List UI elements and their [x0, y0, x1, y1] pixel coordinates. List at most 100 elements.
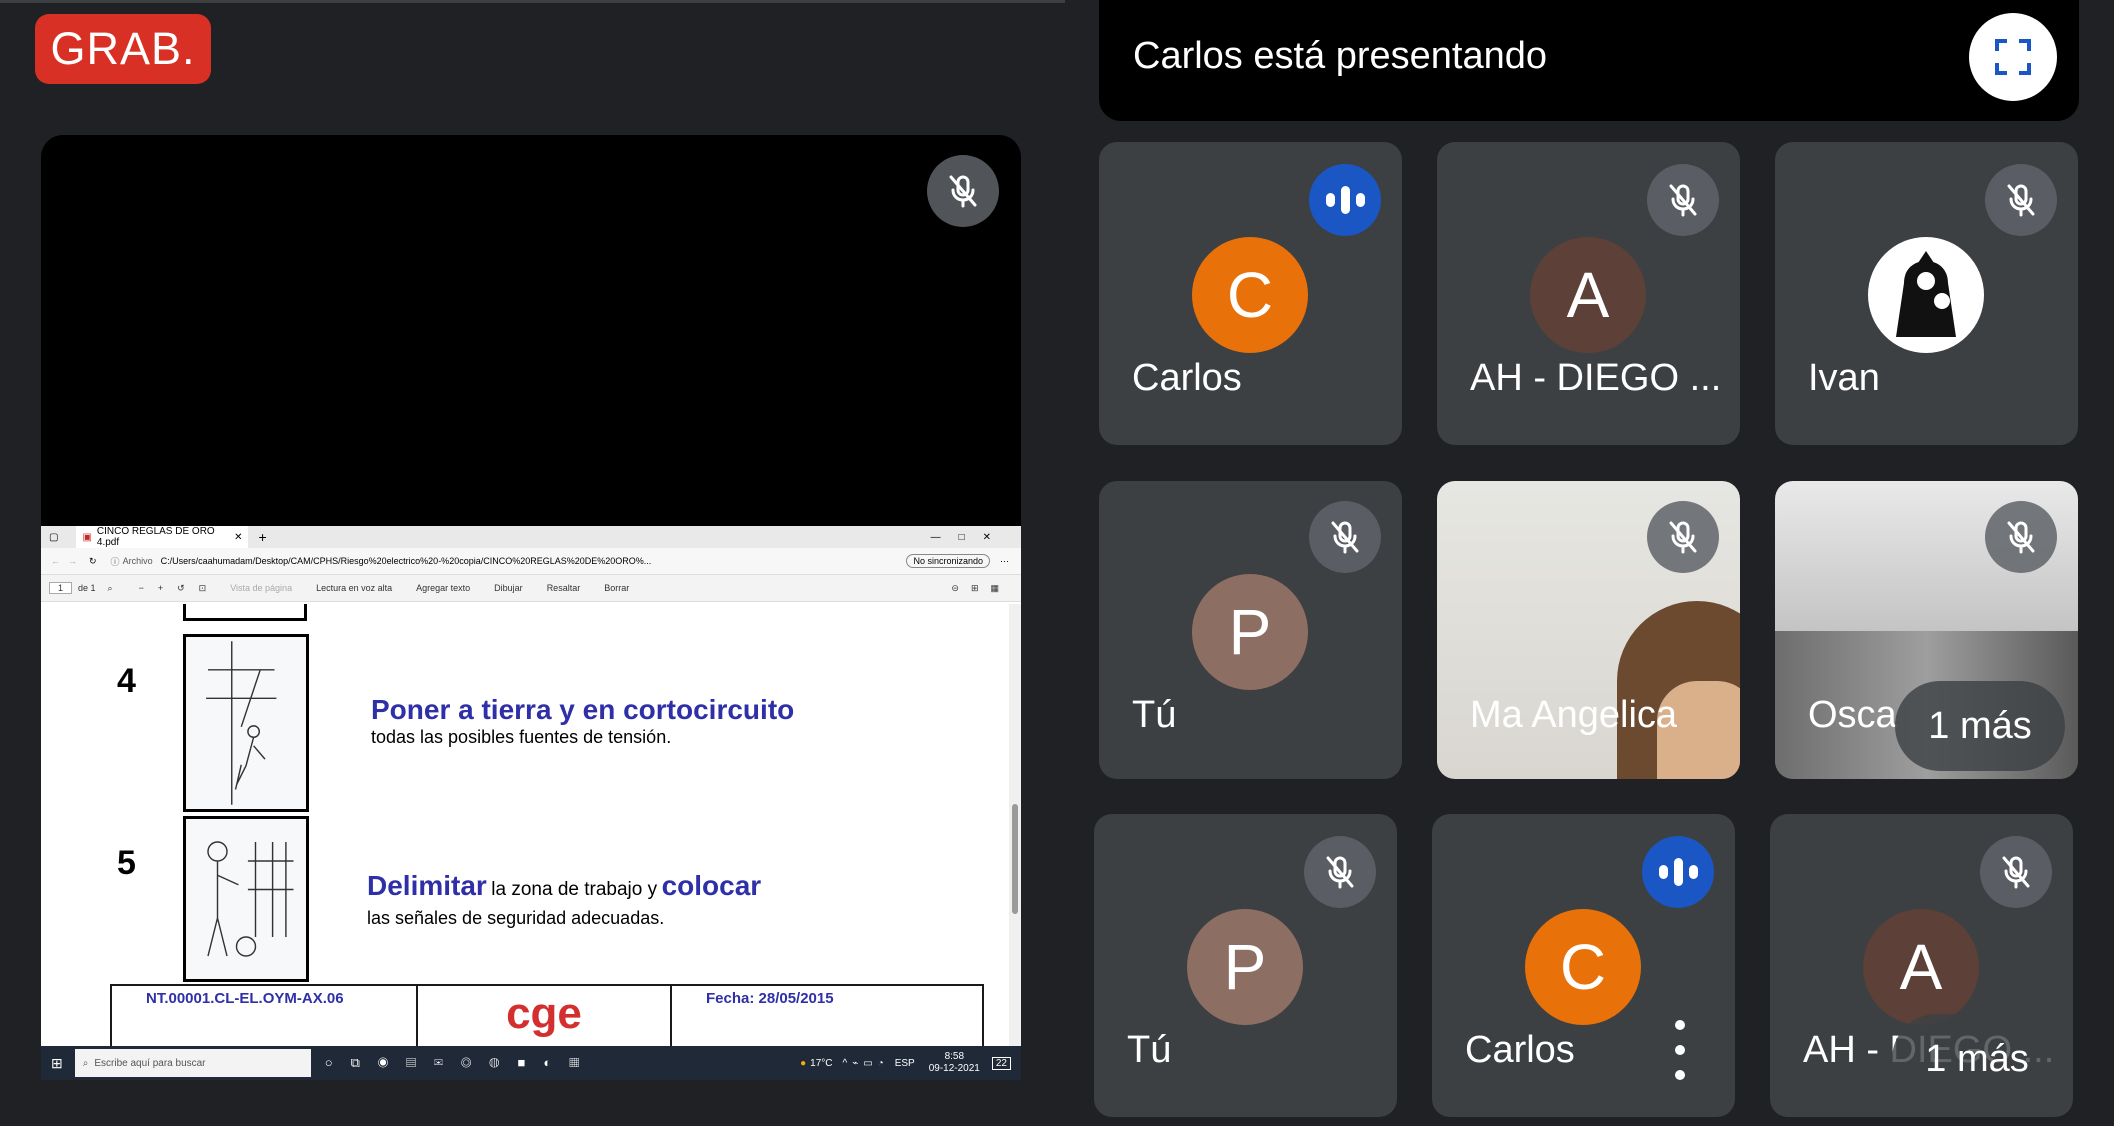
- participant-name: Ma Angelica: [1470, 694, 1678, 736]
- footer-code: NT.00001.CL-EL.OYM-AX.06: [112, 986, 418, 1046]
- rule-5-text: las señales de seguridad adecuadas.: [367, 908, 665, 928]
- mic-off-icon: [1304, 836, 1376, 908]
- more-menu-icon[interactable]: ⋯: [1000, 556, 1009, 567]
- tray-icons[interactable]: ^⌁▭◔: [843, 1058, 889, 1069]
- presenter-banner-text: Carlos está presentando: [1133, 35, 1548, 77]
- speaking-indicator-icon: [1642, 836, 1714, 908]
- mic-off-icon: [1647, 501, 1719, 573]
- presenter-banner: Carlos está presentando: [1099, 0, 2079, 121]
- participant-tile[interactable]: P Tú: [1094, 814, 1397, 1117]
- more-participants-button[interactable]: 1 más: [1895, 681, 2065, 771]
- page-count: de 1: [78, 583, 96, 593]
- presentation-stage: ▢ ▣ CINCO REGLAS DE ORO 4.pdf ✕ + —□✕ ←→…: [41, 135, 1021, 1080]
- scrollbar-thumb[interactable]: [1012, 804, 1018, 914]
- url-field[interactable]: C:/Users/caahumadam/Desktop/CAM/CPHS/Rie…: [161, 556, 681, 566]
- avatar: P: [1187, 909, 1303, 1025]
- more-participants-button[interactable]: 1 más: [1892, 1014, 2062, 1104]
- document-footer-table: NT.00001.CL-EL.OYM-AX.06 cge Fecha: 28/0…: [110, 984, 984, 1046]
- rule-4-number: 4: [117, 662, 136, 700]
- rule-5-middle-text: la zona de trabajo y: [491, 879, 658, 900]
- avatar: A: [1863, 909, 1979, 1025]
- clock-date: 09-12-2021: [928, 1063, 980, 1074]
- profile-image: [1868, 237, 1984, 353]
- avatar: C: [1525, 909, 1641, 1025]
- stage-mic-off-icon: [927, 155, 999, 227]
- pdf-toolbar: 1 de 1 ⌕ −+↺⊡ Vista de página Lectura en…: [41, 575, 1021, 602]
- windows-start-icon[interactable]: ⊞: [51, 1055, 63, 1072]
- participant-name: Carlos: [1132, 357, 1242, 399]
- participant-tile[interactable]: A AH - DIEGO ...: [1437, 142, 1740, 445]
- language-indicator[interactable]: ESP: [895, 1058, 915, 1069]
- more-options-icon[interactable]: [1660, 1020, 1700, 1080]
- zoom-controls[interactable]: −+↺⊡: [139, 583, 221, 594]
- profile-sync-button[interactable]: No sincronizando: [906, 554, 990, 568]
- refresh-icon[interactable]: ↻: [89, 556, 97, 567]
- add-text-button[interactable]: Agregar texto: [416, 583, 470, 593]
- recording-badge: GRAB.: [35, 14, 211, 84]
- footer-date: Fecha: 28/05/2015: [706, 990, 834, 1007]
- taskbar-app-icons[interactable]: ○⧉◉▤✉◎◍■◐▦: [325, 1055, 597, 1071]
- participant-tile[interactable]: Osca 1 más: [1775, 481, 2078, 779]
- notification-center-icon[interactable]: 22: [991, 1056, 1011, 1070]
- weather-icon: ●: [800, 1057, 807, 1069]
- tab-actions-icon[interactable]: ▢: [49, 532, 58, 543]
- page-view-button[interactable]: Vista de página: [230, 583, 292, 593]
- taskbar-clock[interactable]: 8:58 09-12-2021: [929, 1051, 980, 1075]
- highlight-button[interactable]: Resaltar: [547, 583, 581, 593]
- rule-4-title: Poner a tierra y en cortocircuito: [371, 694, 795, 725]
- mic-off-icon: [1985, 164, 2057, 236]
- taskbar-search-placeholder: Escribe aquí para buscar: [94, 1057, 206, 1069]
- fullscreen-button[interactable]: [1969, 13, 2057, 101]
- taskbar-search-icon: ⌕: [82, 1057, 89, 1069]
- search-icon[interactable]: ⌕: [108, 583, 113, 594]
- taskbar-search-box[interactable]: ⌕ Escribe aquí para buscar: [74, 1049, 311, 1077]
- mic-off-icon: [1309, 501, 1381, 573]
- participant-tile[interactable]: Ma Angelica: [1437, 481, 1740, 779]
- rule-5-word-place: colocar: [661, 870, 762, 901]
- participant-name: Osca: [1808, 694, 1897, 736]
- top-divider: [0, 0, 1065, 3]
- mic-off-icon: [1980, 836, 2052, 908]
- draw-button[interactable]: Dibujar: [494, 583, 523, 593]
- participant-name: AH - DIEGO ...: [1470, 357, 1722, 399]
- new-tab-icon[interactable]: +: [258, 529, 266, 545]
- window-controls[interactable]: —□✕: [931, 532, 1009, 543]
- browser-tab[interactable]: ▣ CINCO REGLAS DE ORO 4.pdf ✕: [76, 526, 249, 548]
- pdf-icon: ▣: [82, 531, 92, 543]
- avatar: A: [1530, 237, 1646, 353]
- address-bar: ←→ ↻ ⓘ Archivo C:/Users/caahumadam/Deskt…: [41, 548, 1021, 575]
- previous-illustration-frame: [183, 604, 307, 621]
- mic-off-icon: [1985, 501, 2057, 573]
- address-prefix: Archivo: [122, 556, 153, 566]
- windows-taskbar: ⊞ ⌕ Escribe aquí para buscar ○⧉◉▤✉◎◍■◐▦ …: [41, 1046, 1021, 1080]
- mic-off-icon: [1647, 164, 1719, 236]
- browser-tabbar: ▢ ▣ CINCO REGLAS DE ORO 4.pdf ✕ + —□✕: [41, 526, 1021, 548]
- rule-5-word-delimit: Delimitar: [367, 870, 487, 901]
- nav-back-forward-icon[interactable]: ←→: [51, 556, 85, 566]
- clock-time: 8:58: [944, 1051, 965, 1062]
- rule-5-illustration: [183, 816, 309, 982]
- participant-tile[interactable]: C Carlos: [1099, 142, 1402, 445]
- pdf-extra-icons[interactable]: ⊝⊞▦: [951, 583, 1011, 594]
- participant-tile[interactable]: Ivan: [1775, 142, 2078, 445]
- read-aloud-button[interactable]: Lectura en voz alta: [316, 583, 392, 593]
- fullscreen-icon: [1995, 39, 2031, 75]
- participant-name: Tú: [1132, 694, 1177, 736]
- close-tab-icon[interactable]: ✕: [234, 532, 242, 543]
- rule-4-text: todas las posibles fuentes de tensión.: [371, 727, 672, 747]
- rule-4-illustration: [183, 634, 309, 812]
- participant-name: Carlos: [1465, 1029, 1575, 1071]
- shared-screen: ▢ ▣ CINCO REGLAS DE ORO 4.pdf ✕ + —□✕ ←→…: [41, 526, 1021, 1080]
- participant-tile[interactable]: A AH - DIEGO ... 1 más: [1770, 814, 2073, 1117]
- pdf-page: 4 Poner a tierra y en cortocircuito toda…: [41, 604, 1009, 1046]
- participant-tile[interactable]: C Carlos: [1432, 814, 1735, 1117]
- pdf-scrollbar[interactable]: [1009, 604, 1021, 1046]
- tab-title: CINCO REGLAS DE ORO 4.pdf: [96, 526, 215, 548]
- rule-5-title-line: Delimitar la zona de trabajo y colocar: [367, 870, 761, 902]
- rule-5-number: 5: [117, 844, 136, 882]
- speaking-indicator-icon: [1309, 164, 1381, 236]
- erase-button[interactable]: Borrar: [604, 583, 629, 593]
- avatar: P: [1192, 574, 1308, 690]
- page-number-input[interactable]: 1: [49, 582, 73, 594]
- participant-tile[interactable]: P Tú: [1099, 481, 1402, 779]
